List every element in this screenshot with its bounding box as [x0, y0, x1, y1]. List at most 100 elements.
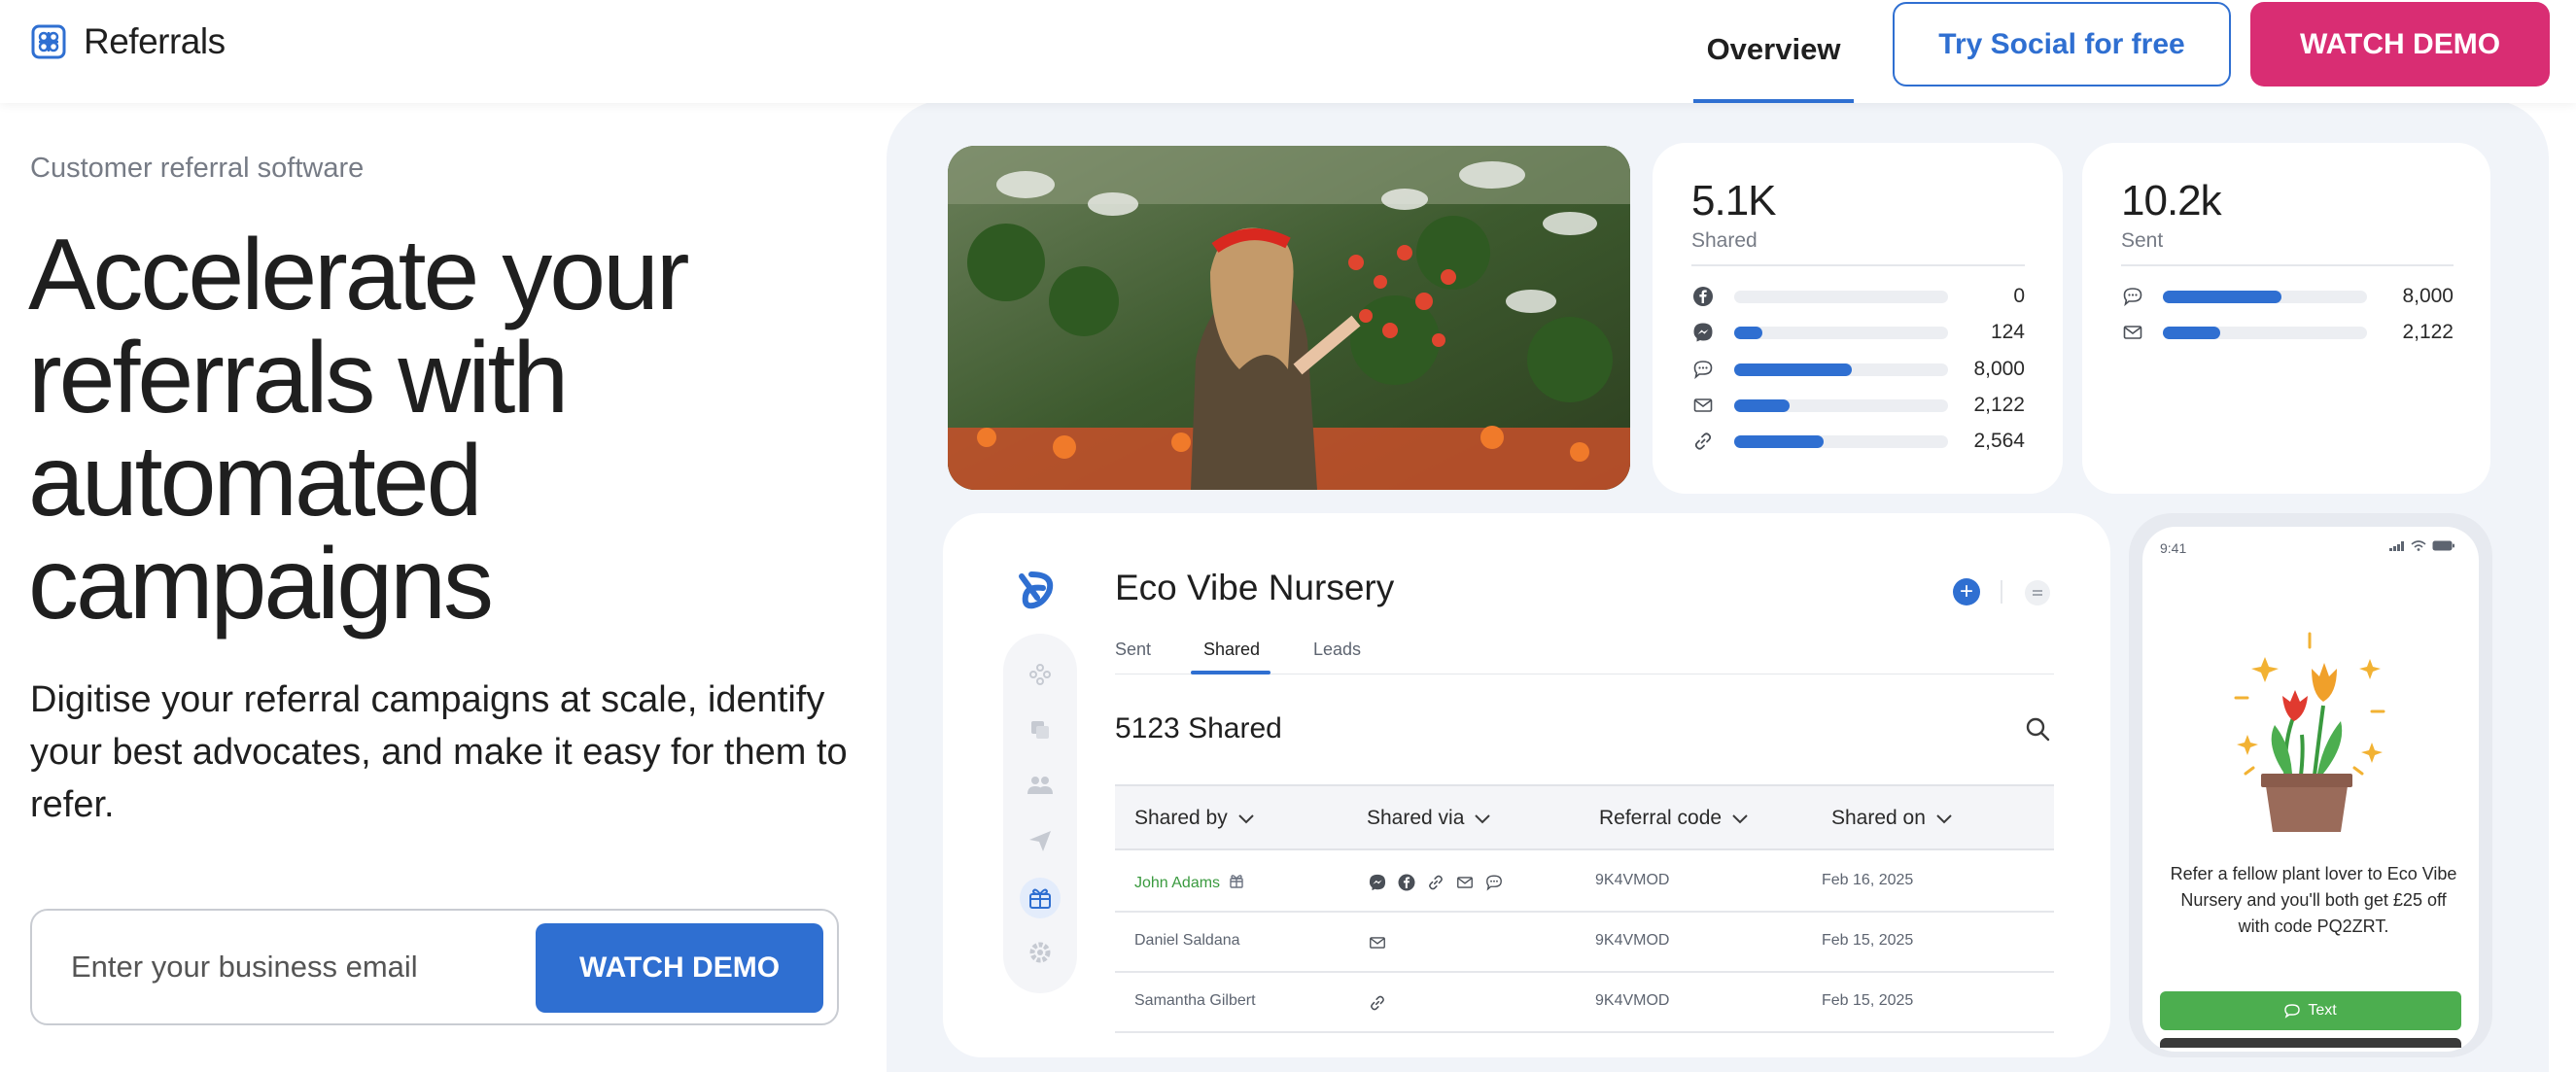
shared-via-cell: [1367, 932, 1388, 953]
phone-bottom-bar: [2160, 1038, 2461, 1048]
email-icon: [1456, 874, 1475, 892]
battery-icon: [2432, 540, 2454, 551]
wifi-icon: [2411, 540, 2426, 551]
facebook-icon: [1398, 874, 1416, 892]
progress-fill: [1734, 327, 1762, 340]
hero-eyebrow: Customer referral software: [30, 153, 365, 184]
shared-on-cell: Feb 16, 2025: [1822, 872, 1914, 888]
chevron-down-icon: [1732, 814, 1748, 824]
brand-name: Referrals: [84, 21, 226, 61]
shared-on-cell: Feb 15, 2025: [1822, 932, 1914, 949]
tab-shared[interactable]: Shared: [1203, 640, 1260, 660]
table-header: Shared by Shared via Referral code Share…: [1115, 784, 2054, 850]
column-label: Shared by: [1134, 807, 1228, 829]
stat-value: 124: [1990, 321, 2025, 344]
stat-value: 2,564: [1973, 430, 2025, 453]
stat-value: 2,122: [2402, 321, 2454, 344]
email-signup-form: WATCH DEMO: [30, 909, 839, 1025]
tab-leads[interactable]: Leads: [1313, 640, 1361, 660]
divider: [2121, 264, 2454, 266]
column-referral-code[interactable]: Referral code: [1599, 807, 1749, 830]
progress-fill: [2163, 327, 2220, 340]
gift-icon[interactable]: [1026, 883, 1055, 913]
email-icon: [1692, 395, 1714, 416]
link-icon: [1427, 874, 1445, 892]
chevron-down-icon: [1936, 814, 1952, 824]
users-icon[interactable]: [1026, 771, 1055, 800]
text-button-label: Text: [2308, 1002, 2337, 1019]
gift-icon: [1228, 872, 1245, 894]
progress-fill: [1734, 363, 1852, 376]
progress-fill: [1734, 398, 1790, 412]
chat-bubble-icon: [2284, 1004, 2301, 1019]
send-icon[interactable]: [1026, 826, 1055, 855]
link-icon: [1692, 431, 1714, 452]
chevron-down-icon: [1475, 814, 1491, 824]
referrer-name: Daniel Saldana: [1134, 932, 1240, 949]
stat-value: 8,000: [1973, 357, 2025, 380]
shared-total: 5.1K: [1691, 177, 1777, 225]
column-shared-on[interactable]: Shared on: [1831, 807, 1953, 830]
shared-by-cell: Samantha Gilbert: [1134, 992, 1256, 1010]
link-icon: [1369, 994, 1387, 1013]
sent-total: 10.2k: [2121, 177, 2222, 225]
shared-by-cell: Daniel Saldana: [1134, 932, 1240, 950]
shared-by-cell[interactable]: John Adams: [1134, 872, 1245, 894]
progress-fill: [2163, 291, 2281, 303]
divider: [2001, 580, 2002, 604]
search-icon[interactable]: [2025, 716, 2050, 742]
shared-via-cell: [1367, 872, 1505, 893]
hero-subtitle: Digitise your referral campaigns at scal…: [30, 679, 848, 825]
settings-icon[interactable]: [1026, 938, 1055, 967]
referrer-name: John Adams: [1134, 874, 1221, 891]
table-row[interactable]: John Adams 9K4VMOD Feb 16, 2025: [1115, 852, 2054, 913]
nav-overview-link[interactable]: Overview: [1693, 0, 1854, 103]
messenger-icon: [1692, 322, 1714, 343]
email-icon: [2122, 322, 2143, 343]
try-social-button[interactable]: Try Social for free: [1893, 2, 2231, 86]
shared-label: Shared: [1691, 229, 1758, 252]
column-label: Referral code: [1599, 807, 1723, 829]
shared-on-cell: Feb 15, 2025: [1822, 992, 1914, 1009]
tab-sent[interactable]: Sent: [1115, 640, 1151, 660]
facebook-icon: [1692, 286, 1714, 307]
watch-demo-button[interactable]: WATCH DEMO: [536, 923, 823, 1013]
top-nav: Referrals Overview Try Social for free W…: [0, 0, 2576, 103]
column-shared-by[interactable]: Shared by: [1134, 807, 1255, 830]
app-logo-icon: [1019, 571, 1054, 609]
signal-icon: [2389, 540, 2404, 551]
referral-code-cell: 9K4VMOD: [1595, 932, 1670, 949]
messenger-icon: [1369, 874, 1387, 892]
sms-icon: [1692, 359, 1714, 380]
shared-via-cell: [1367, 992, 1388, 1014]
campaigns-icon[interactable]: [1026, 660, 1055, 689]
active-tab-indicator: [1191, 671, 1271, 674]
stat-value: 2,122: [1973, 393, 2025, 416]
stat-value: 0: [2013, 285, 2025, 307]
table-row[interactable]: Daniel Saldana 9K4VMOD Feb 15, 2025: [1115, 913, 2054, 973]
nursery-photo: [948, 146, 1630, 490]
phone-time: 9:41: [2160, 540, 2187, 556]
shared-count: 5123 Shared: [1115, 712, 1282, 744]
sms-icon: [1485, 874, 1504, 892]
email-icon: [1369, 934, 1387, 952]
divider: [1691, 264, 2025, 266]
business-email-input[interactable]: [71, 911, 518, 1023]
text-button[interactable]: Text: [2160, 991, 2461, 1030]
menu-icon[interactable]: [2025, 580, 2050, 605]
table-row[interactable]: Samantha Gilbert 9K4VMOD Feb 15, 2025: [1115, 973, 2054, 1033]
progress-fill: [1734, 435, 1824, 449]
hero-title: Accelerate your referrals with automated…: [28, 219, 690, 640]
column-label: Shared on: [1831, 807, 1926, 829]
referrer-name: Samantha Gilbert: [1134, 992, 1256, 1009]
copy-icon[interactable]: [1026, 715, 1055, 744]
stat-value: 8,000: [2402, 285, 2454, 307]
chevron-down-icon: [1238, 814, 1254, 824]
watch-demo-nav-button[interactable]: WATCH DEMO: [2250, 2, 2550, 86]
column-shared-via[interactable]: Shared via: [1367, 807, 1491, 830]
add-icon[interactable]: +: [1953, 578, 1980, 605]
phone-referral-message: Refer a fellow plant lover to Eco Vibe N…: [2170, 864, 2457, 936]
brand[interactable]: Referrals: [31, 21, 226, 62]
column-label: Shared via: [1367, 807, 1465, 829]
referral-code-cell: 9K4VMOD: [1595, 992, 1670, 1009]
